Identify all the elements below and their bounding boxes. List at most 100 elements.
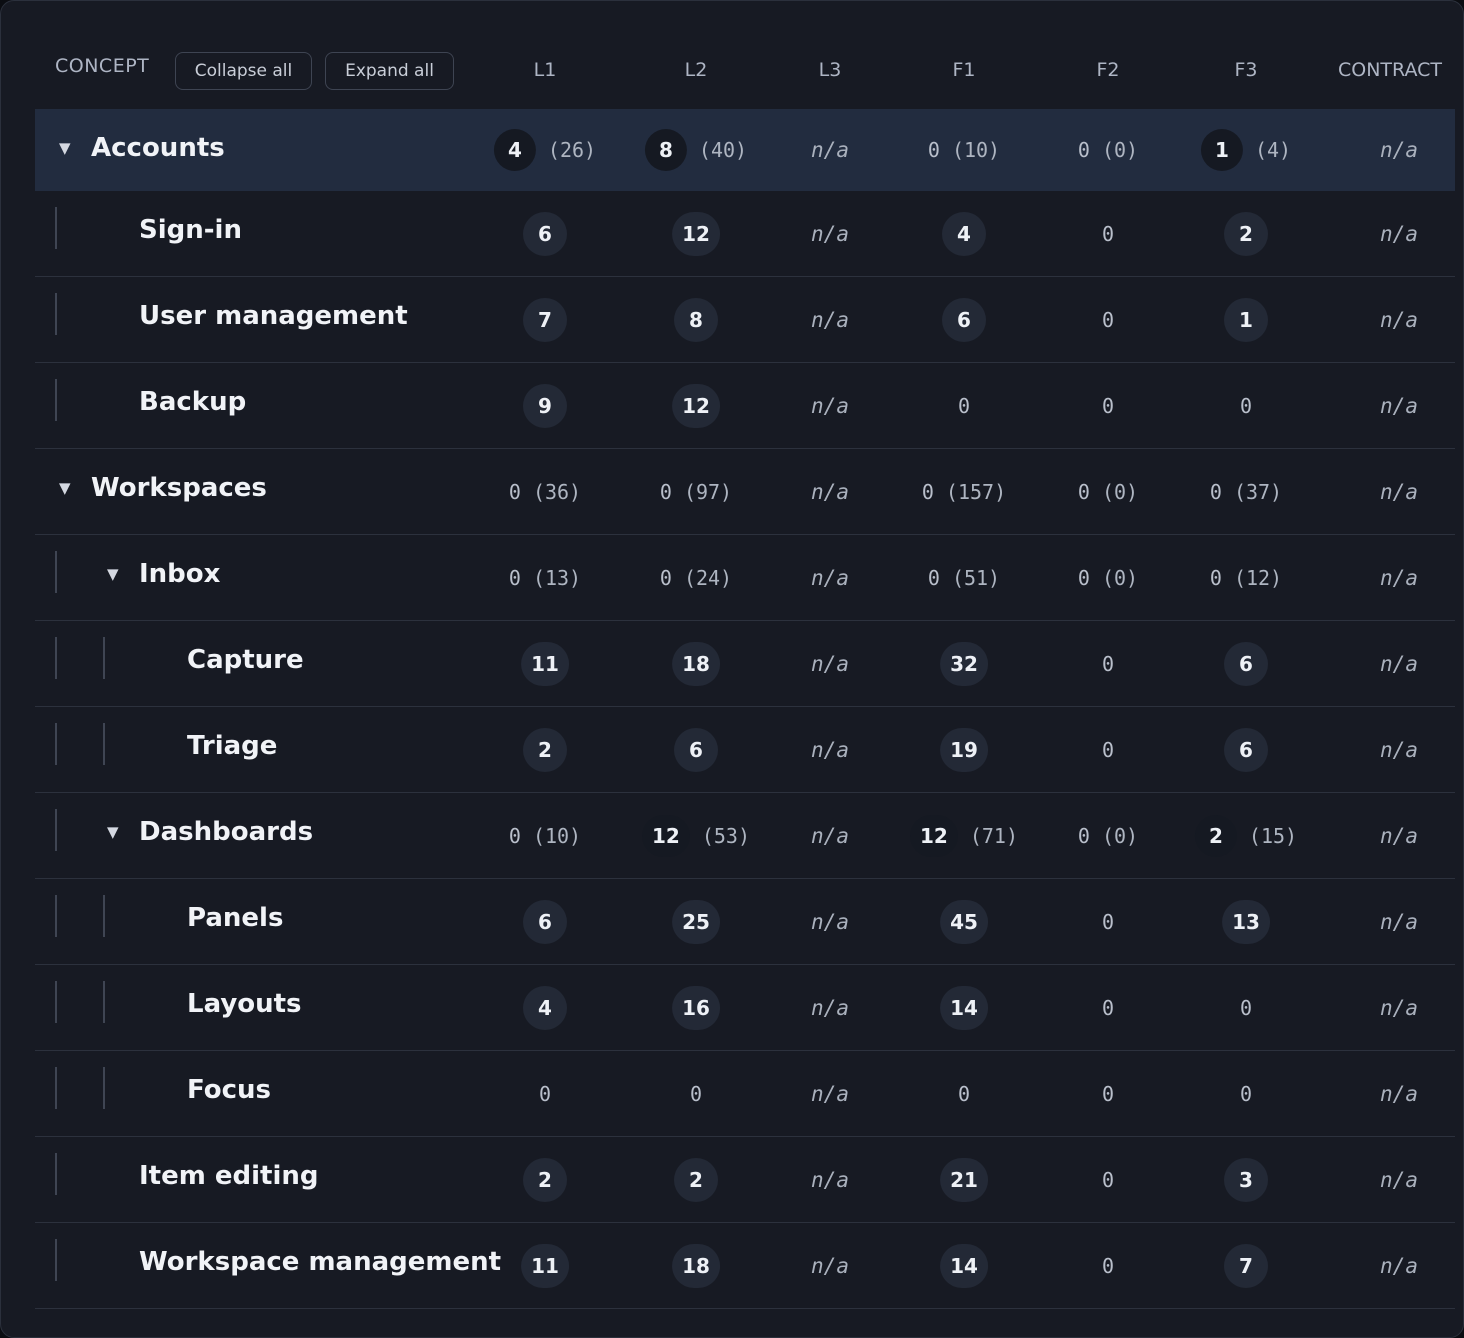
tree-indent-guide xyxy=(55,809,57,851)
table-row[interactable]: Triage 2 6 n/a 19 0 6 n/a xyxy=(35,707,1455,793)
cell-f3: 0 (12) xyxy=(1210,535,1282,620)
cell-l3: n/a xyxy=(811,191,849,276)
total-count: (4) xyxy=(1254,137,1292,162)
count-value: 0 xyxy=(508,479,521,504)
tree-indent-guide xyxy=(55,637,57,679)
cell-f1: 4 xyxy=(942,191,986,276)
count-value: 0 xyxy=(1101,393,1115,418)
column-header-l2[interactable]: L2 xyxy=(685,59,708,81)
tree-indent-guide xyxy=(103,1067,105,1109)
cell-f2: 0 xyxy=(1102,965,1114,1050)
cell-f2: 0 xyxy=(1102,191,1114,276)
expand-toggle-icon[interactable]: ▼ xyxy=(107,823,119,841)
na-value: n/a xyxy=(811,479,849,504)
tree-indent-guide xyxy=(55,895,57,937)
count-badge: 6 xyxy=(523,211,567,256)
cell-f1: 0 (51) xyxy=(928,535,1000,620)
cell-l1: 11 xyxy=(521,621,569,706)
cell-f3: 13 xyxy=(1222,879,1270,964)
table-row[interactable]: ▼ Dashboards 0 (10) 12 (53) n/a 12 (71) 0 (0) 2 (15)… xyxy=(35,793,1455,879)
cell-contract: n/a xyxy=(1380,535,1418,620)
count-value: 0 xyxy=(1239,393,1253,418)
tree-indent-guide xyxy=(55,379,57,421)
count-badge: 4 xyxy=(523,985,567,1030)
count-badge: 7 xyxy=(523,297,567,342)
column-header-f2[interactable]: F2 xyxy=(1096,59,1119,81)
count-badge: 1 xyxy=(1200,128,1243,171)
cell-l3: n/a xyxy=(811,965,849,1050)
table-row[interactable]: User management 7 8 n/a 6 0 1 n/a xyxy=(35,277,1455,363)
count-value: 0 xyxy=(957,1081,971,1106)
cell-contract: n/a xyxy=(1380,449,1418,534)
count-value: 0 xyxy=(1101,307,1115,332)
na-value: n/a xyxy=(811,137,849,162)
count-value: 0 xyxy=(1101,651,1115,676)
count-value: 0 xyxy=(1239,995,1253,1020)
cell-f1: 0 xyxy=(958,363,970,448)
cell-f2: 0 (0) xyxy=(1078,109,1138,190)
column-header-l1[interactable]: L1 xyxy=(534,59,557,81)
cell-f3: 7 xyxy=(1224,1223,1268,1308)
total-count: (71) xyxy=(969,823,1019,848)
count-value: 0 xyxy=(508,823,521,848)
count-value: 0 xyxy=(1077,565,1090,590)
cell-f2: 0 (0) xyxy=(1078,793,1138,878)
table-row[interactable]: ▼ Workspaces 0 (36) 0 (97) n/a 0 (157) 0 (0) 0 (37) n… xyxy=(35,449,1455,535)
na-value: n/a xyxy=(1380,221,1418,246)
count-badge: 11 xyxy=(521,1243,569,1288)
collapse-all-button[interactable]: Collapse all xyxy=(175,52,312,90)
table-row[interactable]: Backup 9 12 n/a 0 0 0 n/a xyxy=(35,363,1455,449)
table-row[interactable]: Focus 0 0 n/a 0 0 0 n/a xyxy=(35,1051,1455,1137)
table-row[interactable]: Sign-in 6 12 n/a 4 0 2 n/a xyxy=(35,191,1455,277)
table-row[interactable]: Layouts 4 16 n/a 14 0 0 n/a xyxy=(35,965,1455,1051)
cell-contract: n/a xyxy=(1380,1223,1418,1308)
cell-l3: n/a xyxy=(811,1051,849,1136)
cell-l1: 6 xyxy=(523,191,567,276)
cell-f3: 0 xyxy=(1240,363,1252,448)
na-value: n/a xyxy=(1380,479,1418,504)
count-value: 0 xyxy=(1077,823,1090,848)
expand-toggle-icon[interactable]: ▼ xyxy=(59,479,71,497)
cell-f1: 45 xyxy=(940,879,988,964)
na-value: n/a xyxy=(1380,1081,1418,1106)
count-value: 0 xyxy=(1077,137,1090,162)
table-row[interactable]: ▼ Accounts 4 (26) 8 (40) n/a 0 (10) 0 (0) 1 (4) n/a xyxy=(35,109,1455,191)
column-header-f1[interactable]: F1 xyxy=(952,59,975,81)
cell-l3: n/a xyxy=(811,363,849,448)
count-value: 0 xyxy=(1101,1167,1115,1192)
count-badge: 32 xyxy=(940,641,988,686)
total-count: (15) xyxy=(1248,823,1298,848)
na-value: n/a xyxy=(1380,909,1418,934)
expand-toggle-icon[interactable]: ▼ xyxy=(107,565,119,583)
na-value: n/a xyxy=(1380,393,1418,418)
cell-f1: 14 xyxy=(940,965,988,1050)
count-value: 0 xyxy=(1239,1081,1253,1106)
cell-f1: 0 (157) xyxy=(922,449,1006,534)
cell-l1: 0 (10) xyxy=(509,793,581,878)
column-header-contract[interactable]: CONTRACT xyxy=(1338,59,1442,81)
na-value: n/a xyxy=(1380,307,1418,332)
table-row[interactable]: Item editing 2 2 n/a 21 0 3 n/a xyxy=(35,1137,1455,1223)
total-count: (10) xyxy=(532,823,582,848)
cell-f2: 0 xyxy=(1102,1051,1114,1136)
column-header-f3[interactable]: F3 xyxy=(1234,59,1257,81)
count-badge: 18 xyxy=(672,641,720,686)
table-row[interactable]: ▼ Inbox 0 (13) 0 (24) n/a 0 (51) 0 (0) 0 (12) n/a xyxy=(35,535,1455,621)
na-value: n/a xyxy=(811,1081,849,1106)
total-count: (157) xyxy=(945,479,1007,504)
cell-l3: n/a xyxy=(811,109,849,190)
table-row[interactable]: Workspace management 11 18 n/a 14 0 7 n/a xyxy=(35,1223,1455,1309)
expand-toggle-icon[interactable]: ▼ xyxy=(59,139,71,157)
concept-name: Accounts xyxy=(91,133,225,163)
table-row[interactable]: Capture 11 18 n/a 32 0 6 n/a xyxy=(35,621,1455,707)
count-value: 0 xyxy=(1209,479,1222,504)
cell-f1: 19 xyxy=(940,707,988,792)
tree-indent-guide xyxy=(103,981,105,1023)
cell-l1: 2 xyxy=(523,707,567,792)
column-header-l3[interactable]: L3 xyxy=(819,59,842,81)
total-count: (40) xyxy=(698,137,748,162)
na-value: n/a xyxy=(811,1167,849,1192)
table-row[interactable]: Panels 6 25 n/a 45 0 13 n/a xyxy=(35,879,1455,965)
count-value: 0 xyxy=(1101,1253,1115,1278)
expand-all-button[interactable]: Expand all xyxy=(325,52,454,90)
